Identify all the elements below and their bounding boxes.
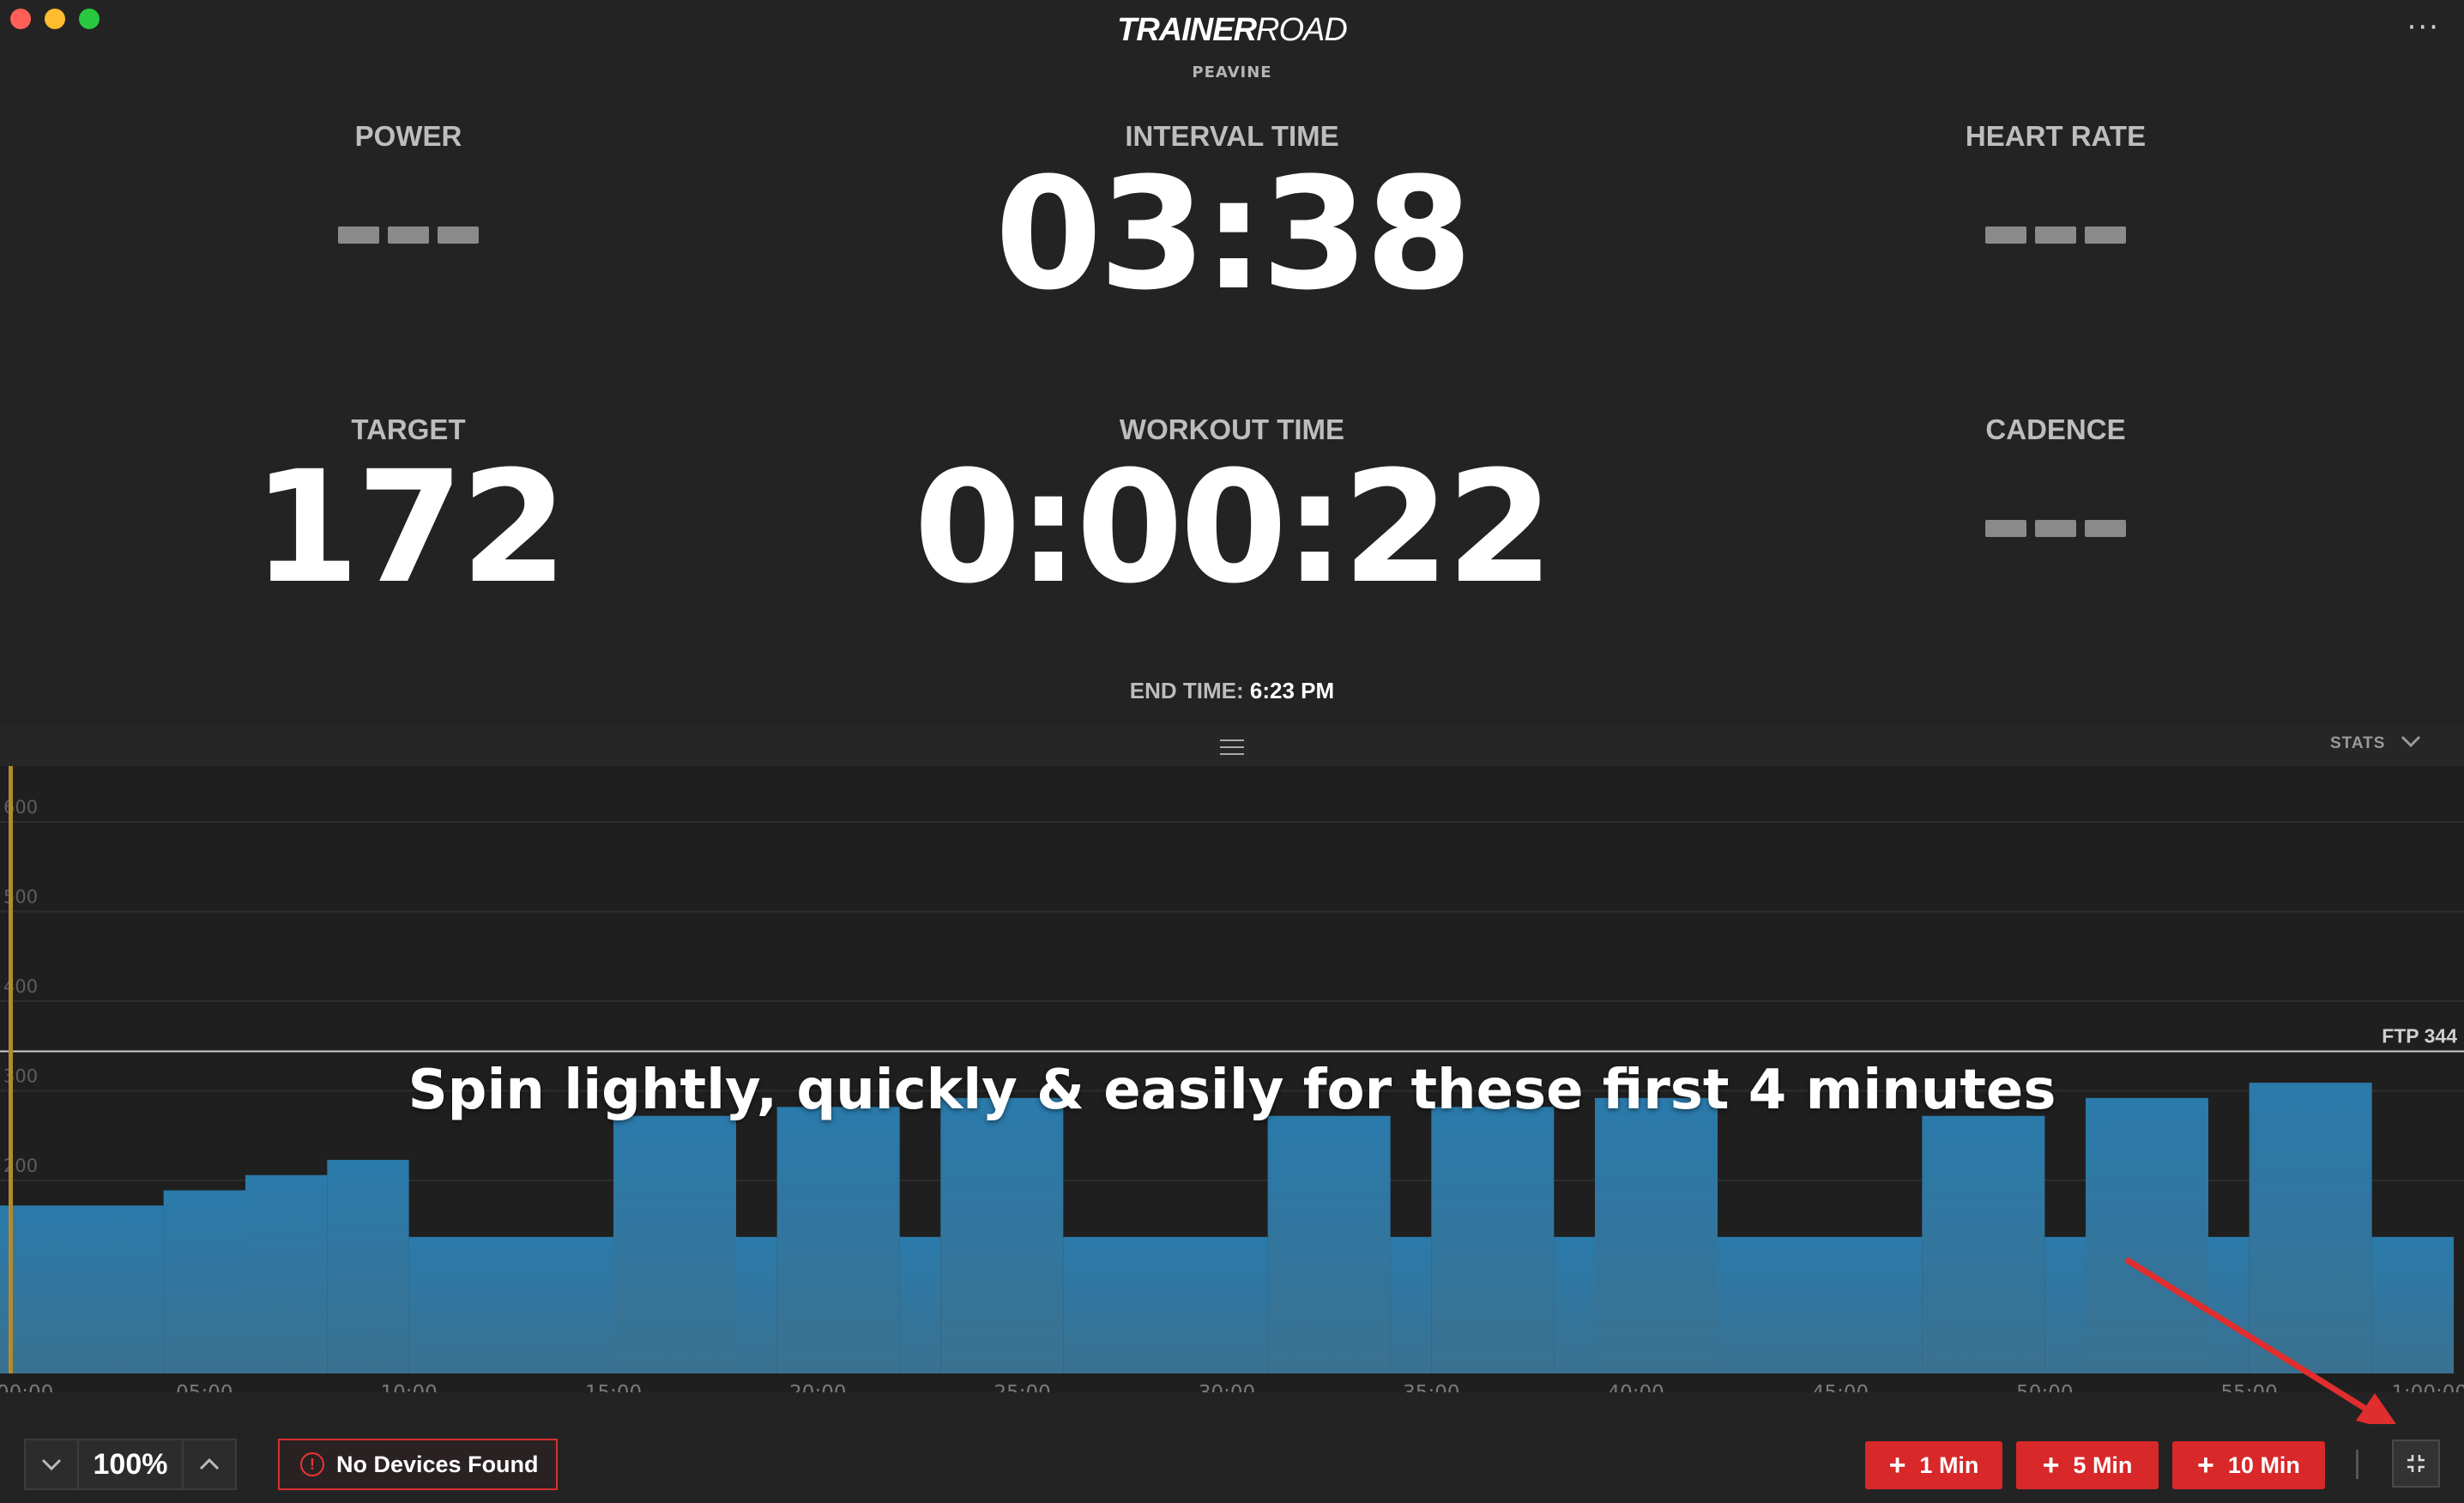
workout-interval-bar bbox=[1390, 1236, 1432, 1373]
plus-icon: + bbox=[2042, 1449, 2060, 1482]
x-tick-label: 20:00 bbox=[789, 1382, 846, 1392]
collapse-button[interactable] bbox=[2392, 1440, 2440, 1488]
end-time: END TIME: 6:23 PM bbox=[0, 678, 2464, 704]
x-tick-label: 55:00 bbox=[2221, 1382, 2278, 1392]
workout-interval-bar bbox=[327, 1159, 409, 1373]
workout-interval-bar bbox=[2208, 1236, 2250, 1373]
zoom-value: 100% bbox=[77, 1440, 184, 1488]
target-value: 172 bbox=[252, 438, 568, 618]
x-tick-label: 30:00 bbox=[1199, 1382, 1255, 1392]
add-5-min-label: 5 Min bbox=[2073, 1452, 2133, 1478]
heart-rate-metric: HEART RATE bbox=[1884, 120, 2227, 244]
stats-toggle[interactable]: STATS bbox=[2330, 734, 2422, 753]
x-tick-label: 1:00:00 bbox=[2391, 1382, 2464, 1392]
workout-interval-bar bbox=[940, 1097, 1064, 1373]
x-tick-label: 10:00 bbox=[381, 1382, 438, 1392]
workout-name: PEAVINE bbox=[1192, 63, 1272, 81]
x-tick-label: 25:00 bbox=[994, 1382, 1051, 1392]
workout-interval-bar bbox=[1554, 1236, 1595, 1373]
workout-interval-bar bbox=[1267, 1115, 1391, 1373]
zoom-in-button[interactable] bbox=[184, 1440, 235, 1488]
power-label: POWER bbox=[354, 120, 462, 152]
x-tick-label: 50:00 bbox=[2016, 1382, 2073, 1392]
end-time-label: END TIME: bbox=[1129, 678, 1244, 703]
power-metric: POWER bbox=[237, 120, 580, 244]
workout-interval-bar bbox=[1922, 1115, 2045, 1373]
workout-interval-bar bbox=[736, 1236, 777, 1373]
chevron-up-icon bbox=[199, 1458, 220, 1470]
workout-time-metric: WORKOUT TIME 0:00:22 bbox=[846, 413, 1618, 623]
cadence-metric: CADENCE bbox=[1884, 413, 2227, 537]
toolbar-divider bbox=[2356, 1450, 2358, 1479]
x-tick-label: 40:00 bbox=[1608, 1382, 1664, 1392]
workout-time-value: 0:00:22 bbox=[913, 438, 1554, 618]
chevron-down-icon bbox=[41, 1458, 62, 1471]
workout-interval-bar bbox=[1595, 1097, 1718, 1373]
zoom-out-button[interactable] bbox=[26, 1440, 77, 1488]
workout-interval-bar bbox=[245, 1174, 328, 1373]
end-time-value: 6:23 PM bbox=[1249, 678, 1335, 703]
workout-interval-bar bbox=[0, 1205, 164, 1373]
add-10-min-label: 10 Min bbox=[2227, 1452, 2300, 1478]
heart-rate-label: HEART RATE bbox=[1965, 120, 2147, 152]
workout-interval-bar bbox=[776, 1107, 900, 1373]
chevron-down-icon bbox=[2401, 735, 2420, 748]
ellipsis-icon[interactable]: ··· bbox=[2407, 10, 2440, 45]
workout-interval-bar bbox=[2249, 1083, 2372, 1373]
alert-icon: ! bbox=[300, 1452, 324, 1476]
plus-icon: + bbox=[1888, 1449, 1906, 1482]
logo-light-text: ROAD bbox=[1256, 12, 1348, 48]
stats-label: STATS bbox=[2330, 734, 2386, 752]
devices-label: No Devices Found bbox=[336, 1451, 539, 1477]
cadence-empty-value bbox=[1884, 520, 2227, 537]
collapse-icon bbox=[2407, 1455, 2425, 1472]
add-1-min-button[interactable]: + 1 Min bbox=[1865, 1441, 2002, 1489]
workout-interval-bar bbox=[1431, 1107, 1555, 1373]
no-devices-button[interactable]: ! No Devices Found bbox=[278, 1439, 558, 1490]
workout-interval-bar bbox=[2044, 1236, 2086, 1373]
hamburger-menu-icon[interactable] bbox=[1220, 734, 1244, 760]
logo-bold-text: TRAINER bbox=[1117, 12, 1257, 48]
add-1-min-label: 1 Min bbox=[1919, 1452, 1979, 1478]
workout-interval-bar bbox=[163, 1190, 245, 1373]
power-empty-value bbox=[237, 226, 580, 244]
workout-interval-bar bbox=[899, 1236, 941, 1373]
interval-instruction: Spin lightly, quickly & easily for these… bbox=[408, 1059, 2056, 1122]
x-tick-label: 45:00 bbox=[1812, 1382, 1869, 1392]
workout-interval-bar bbox=[2371, 1236, 2454, 1373]
add-5-min-button[interactable]: + 5 Min bbox=[2016, 1441, 2159, 1489]
target-metric: TARGET 172 bbox=[194, 413, 623, 623]
plus-icon: + bbox=[2197, 1449, 2214, 1482]
x-tick-label: 15:00 bbox=[585, 1382, 642, 1392]
ftp-label: FTP 344 bbox=[2382, 1025, 2457, 1047]
add-10-min-button[interactable]: + 10 Min bbox=[2172, 1441, 2325, 1489]
trainerroad-logo: TRAINERROAD bbox=[0, 12, 2464, 49]
cadence-label: CADENCE bbox=[1985, 413, 2126, 445]
x-tick-label: 35:00 bbox=[1403, 1382, 1459, 1392]
x-tick-label: 05:00 bbox=[176, 1382, 233, 1392]
workout-interval-bar bbox=[1718, 1236, 1923, 1373]
x-tick-label: 00:00 bbox=[0, 1382, 53, 1392]
zoom-control: 100% bbox=[24, 1439, 237, 1490]
interval-time-value: 03:38 bbox=[994, 145, 1473, 324]
interval-time-metric: INTERVAL TIME 03:38 bbox=[889, 120, 1575, 329]
heart-rate-empty-value bbox=[1884, 226, 2227, 244]
workout-interval-bar bbox=[1063, 1236, 1268, 1373]
workout-interval-bar bbox=[408, 1236, 613, 1373]
workout-interval-bar bbox=[613, 1115, 736, 1373]
workout-interval-bar bbox=[2086, 1097, 2208, 1373]
